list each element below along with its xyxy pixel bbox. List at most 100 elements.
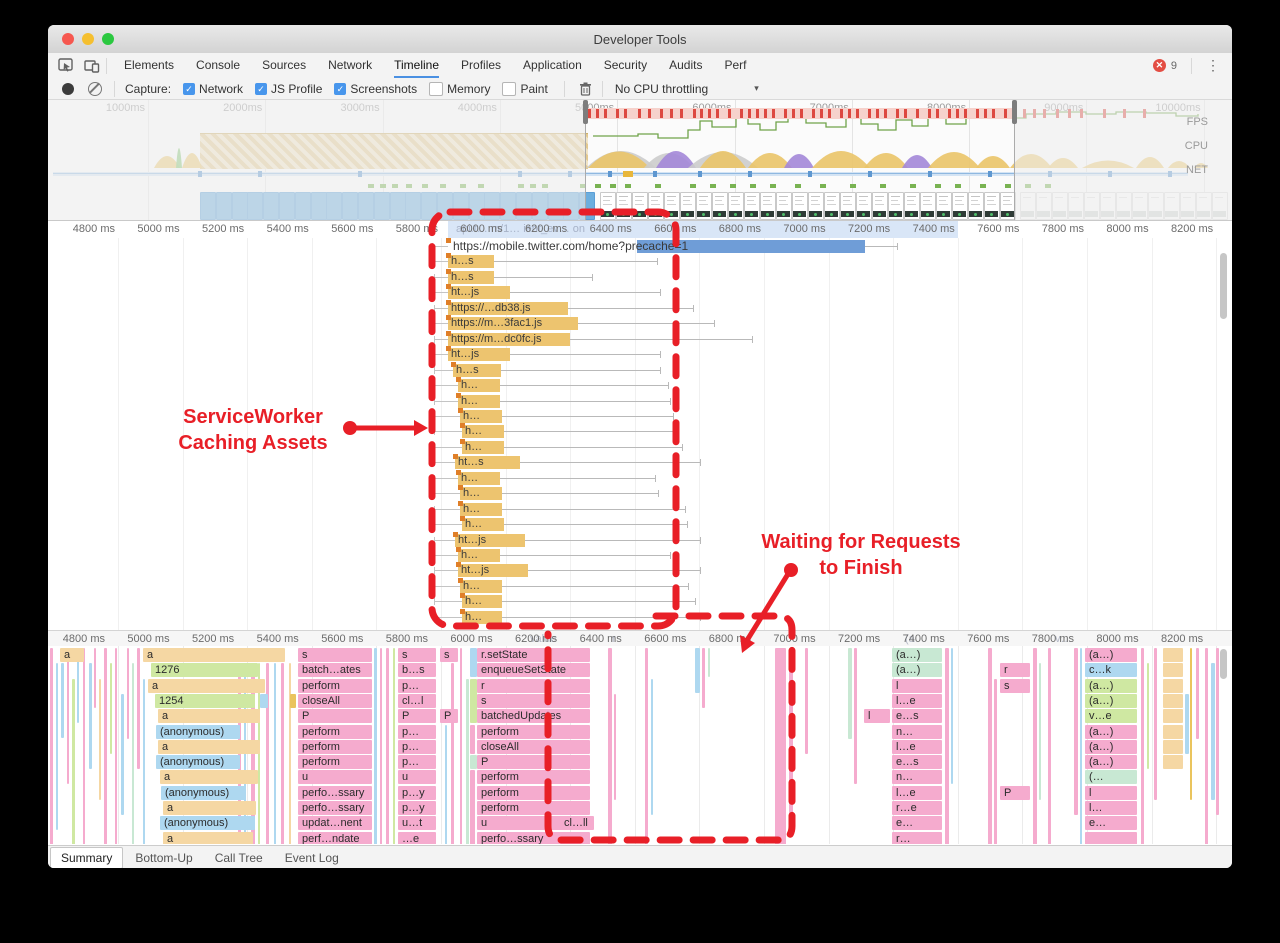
request-bar[interactable]: h… [458, 379, 500, 393]
network-request-row[interactable]: h… [48, 577, 1232, 595]
filmstrip-thumbnail[interactable] [760, 192, 776, 220]
tab-network[interactable]: Network [328, 53, 372, 78]
flame-bar[interactable]: perform [477, 801, 590, 815]
flame-bar[interactable]: p… [398, 755, 436, 770]
flame-bar[interactable]: a [163, 831, 253, 844]
flame-bar[interactable] [1163, 724, 1183, 739]
flame-bar[interactable]: p…y [398, 801, 436, 815]
filmstrip-thumbnail[interactable] [920, 192, 936, 220]
flame-bar[interactable]: updat…nent [298, 816, 372, 831]
flame-bar[interactable]: u…t [398, 816, 436, 831]
flame-bar[interactable]: a [160, 770, 258, 785]
tab-security[interactable]: Security [604, 53, 647, 78]
flame-bar[interactable]: e…s [892, 755, 942, 770]
flame-bar[interactable]: perform [477, 785, 590, 800]
request-bar[interactable]: h… [460, 409, 502, 423]
flame-bar[interactable]: perform [477, 724, 590, 739]
flame-bar[interactable]: r.setState [477, 648, 590, 662]
network-request-row[interactable]: h… [48, 377, 1232, 394]
network-request-row[interactable]: h… [48, 593, 1232, 610]
network-request-row[interactable]: h… [48, 547, 1232, 564]
flame-bar[interactable]: (a…) [892, 648, 942, 662]
flame-bar[interactable]: a [163, 801, 256, 815]
request-bar[interactable]: h… [460, 579, 502, 593]
network-request-row[interactable]: h… [48, 438, 1232, 456]
filmstrip-thumbnail[interactable] [984, 192, 1000, 220]
js-flame-chart[interactable]: a a 1276 a 1254 a (anonymous) a (anonymous) a (ano… [48, 646, 1232, 844]
flame-bar[interactable]: cl…l [398, 693, 436, 708]
flame-bar[interactable]: (anonymous) [156, 755, 240, 770]
flame-bar[interactable]: perform [298, 755, 372, 770]
flame-bar[interactable] [1163, 648, 1183, 662]
flame-bar[interactable] [1163, 709, 1183, 724]
checkbox-paint[interactable] [502, 81, 517, 96]
flame-bar[interactable] [1163, 739, 1183, 754]
filmstrip-thumbnail[interactable] [696, 192, 712, 220]
network-request-row[interactable]: h… [48, 392, 1232, 410]
filmstrip-thumbnail[interactable] [792, 192, 808, 220]
filmstrip-thumbnail[interactable] [664, 192, 680, 220]
flame-bar[interactable]: (a…) [1085, 739, 1137, 754]
flame-bar[interactable]: closeAll [477, 739, 590, 754]
flame-bar[interactable]: 1254 [155, 693, 255, 708]
window-left-handle[interactable] [583, 100, 588, 124]
checkbox-js-profile[interactable]: ✓ [255, 82, 268, 95]
flame-bar[interactable]: …e [398, 831, 436, 844]
request-bar[interactable]: h… [462, 425, 504, 439]
flame-bar[interactable]: a [143, 648, 285, 662]
request-bar[interactable]: h… [462, 610, 502, 624]
flame-bar[interactable]: batchedUpdates [477, 709, 590, 724]
flame-bar[interactable]: (anonymous) [156, 724, 240, 739]
flame-bar[interactable]: (a…) [1085, 648, 1137, 662]
network-request-row[interactable]: https://m…dc0fc.js [48, 330, 1232, 348]
detail-tab-call-tree[interactable]: Call Tree [205, 848, 273, 868]
filmstrip-thumbnail[interactable] [888, 192, 904, 220]
request-bar[interactable]: https://…db38.js [448, 301, 568, 315]
flame-bar[interactable]: s [1000, 678, 1030, 693]
flame-bar[interactable]: p…y [398, 785, 436, 800]
checkbox-memory[interactable] [429, 81, 444, 96]
flame-bar[interactable] [1163, 678, 1183, 693]
detail-tab-bottom-up[interactable]: Bottom-Up [125, 848, 202, 868]
flame-bar[interactable]: perform [298, 678, 372, 693]
network-request-row[interactable]: h… [48, 485, 1232, 502]
detail-tab-event-log[interactable]: Event Log [275, 848, 349, 868]
flame-bar[interactable]: e… [1085, 816, 1137, 831]
request-bar[interactable]: ht…js [458, 564, 528, 578]
flame-bar[interactable]: s [398, 648, 436, 662]
request-bar[interactable]: h… [460, 487, 502, 501]
error-badge[interactable]: ✕ 9 ⋮ [1152, 57, 1232, 74]
flame-bar[interactable]: v…e [1085, 709, 1137, 724]
filmstrip-thumbnail[interactable] [952, 192, 968, 220]
tab-sources[interactable]: Sources [262, 53, 306, 78]
network-request-row[interactable]: ht…js [48, 284, 1232, 301]
network-request-row[interactable]: h…s [48, 253, 1232, 270]
network-request-row[interactable]: https://m…3fac1.js [48, 315, 1232, 332]
request-bar[interactable]: h… [458, 471, 500, 485]
flame-bar[interactable]: n… [892, 724, 942, 739]
tab-application[interactable]: Application [523, 53, 582, 78]
flame-bar[interactable]: u [298, 770, 372, 785]
flame-bar[interactable]: perform [298, 724, 372, 739]
flame-bar[interactable]: perfo…ssary [477, 831, 590, 844]
timeline-overview[interactable]: 1000ms2000ms3000ms4000ms5000ms6000ms7000… [48, 100, 1232, 221]
filmstrip-thumbnail[interactable] [840, 192, 856, 220]
flame-bar[interactable]: 1276 [151, 663, 258, 678]
flame-bar[interactable]: l…e [892, 693, 942, 708]
flame-bar[interactable]: (anonymous) [160, 816, 255, 831]
flame-bar[interactable]: p… [398, 724, 436, 739]
request-bar[interactable]: h… [462, 440, 504, 454]
tab-elements[interactable]: Elements [124, 53, 174, 78]
request-bar[interactable]: h…s [453, 363, 501, 377]
flame-bar[interactable]: c…k [1085, 663, 1137, 678]
clear-icon[interactable] [88, 81, 102, 96]
filmstrip-thumbnail[interactable] [744, 192, 760, 220]
flame-bar[interactable]: l… [1085, 801, 1137, 815]
flame-bar[interactable]: l [864, 709, 890, 724]
flame-bar[interactable]: r [1000, 663, 1030, 678]
flame-bar[interactable]: p… [398, 739, 436, 754]
flame-bar[interactable]: (anonymous) [161, 785, 245, 800]
filmstrip-thumbnail[interactable] [680, 192, 696, 220]
request-bar[interactable]: ht…js [448, 286, 510, 300]
trash-icon[interactable] [579, 82, 592, 96]
